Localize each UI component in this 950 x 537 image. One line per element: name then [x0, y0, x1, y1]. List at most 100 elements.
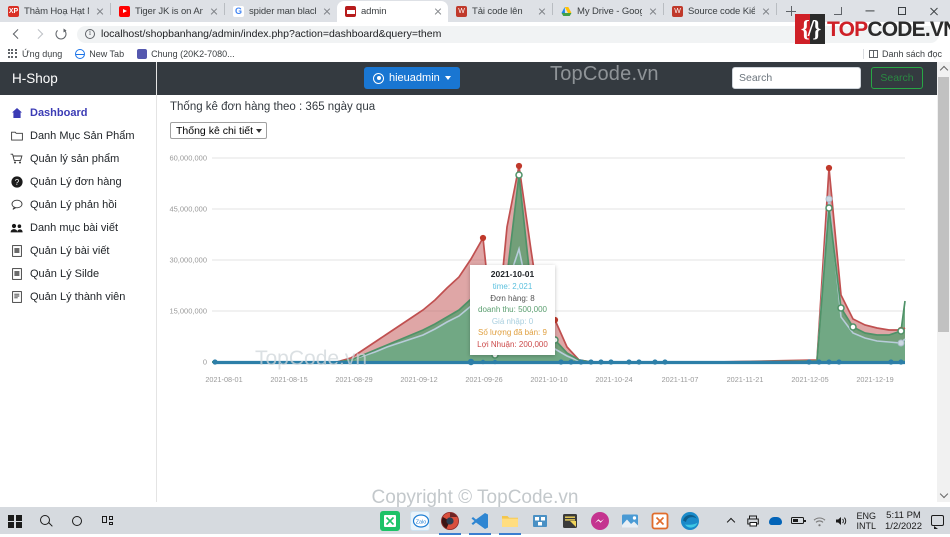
cortana-icon	[72, 515, 82, 526]
users-icon	[10, 221, 23, 234]
sidebar-item-label: Quản Lý thành viên	[30, 290, 126, 303]
sidebar-item-label: Dashboard	[30, 106, 88, 119]
reload-button[interactable]	[50, 23, 72, 45]
svg-text:2021-08-01: 2021-08-01	[205, 375, 242, 384]
browser-tab[interactable]: G spider man black hình	[225, 1, 337, 22]
svg-text:2021-10-10: 2021-10-10	[530, 375, 567, 384]
top-navbar: hieuadmin TopCode.vn Search Search	[157, 62, 950, 95]
user-dropdown-button[interactable]: hieuadmin	[364, 67, 460, 89]
search-input[interactable]: Search	[732, 67, 861, 89]
bookmark-divider	[863, 49, 864, 59]
file-icon	[10, 267, 23, 280]
globe-icon	[75, 49, 86, 59]
tooltip-value: 2,021	[512, 282, 533, 291]
file-icon	[10, 290, 23, 303]
close-icon[interactable]	[760, 6, 772, 18]
search-button[interactable]: Search	[871, 67, 923, 89]
main-content: Thống kê đơn hàng theo : 365 ngày qua Th…	[157, 95, 937, 502]
tooltip-row-time: time: 2,021	[492, 282, 533, 291]
revenue-chart[interactable]: 60,000,000 45,000,000 30,000,000 15,000,…	[157, 147, 937, 407]
chevron-down-icon	[256, 128, 263, 133]
scroll-down-button[interactable]	[937, 488, 950, 502]
scroll-up-button[interactable]	[937, 62, 950, 76]
svg-text:?: ?	[14, 178, 19, 187]
chart-x-axis-labels: 2021-08-01 2021-08-15 2021-08-29 2021-09…	[205, 375, 893, 384]
tab-title: Source code Kiểm tra	[688, 6, 755, 17]
tooltip-row-cost: Giá nhập: 0	[491, 316, 534, 326]
forward-button[interactable]	[28, 23, 50, 45]
sidebar-item-dashboard[interactable]: Dashboard	[0, 101, 156, 124]
tooltip-row-orders: Đơn hàng: 8	[490, 293, 535, 303]
page-content: H-Shop Dashboard Danh Mục Sản Phẩm Quản …	[0, 62, 950, 502]
svg-text:2021-11-07: 2021-11-07	[662, 375, 699, 384]
close-icon[interactable]	[536, 6, 548, 18]
tooltip-row-profit: Lợi Nhuận: 200,000	[477, 339, 548, 349]
bookmark-teams[interactable]: Chung (20K2-7080...	[137, 49, 235, 59]
statistics-select-value: Thống kê chi tiết	[176, 124, 254, 137]
tooltip-label: Số lượng đã bán	[478, 328, 539, 337]
svg-text:2021-09-26: 2021-09-26	[465, 375, 502, 384]
page-scrollbar[interactable]	[937, 62, 950, 502]
close-icon[interactable]	[432, 6, 444, 18]
word-icon	[672, 6, 683, 17]
tooltip-label: Lợi Nhuận	[477, 339, 515, 349]
close-icon[interactable]	[647, 6, 659, 18]
sidebar-item-post-category[interactable]: Danh mục bài viết	[0, 216, 156, 239]
close-icon[interactable]	[321, 6, 333, 18]
svg-text:2021-10-24: 2021-10-24	[595, 375, 632, 384]
arrow-left-icon	[12, 29, 23, 39]
question-circle-icon: ?	[10, 175, 23, 188]
google-drive-icon	[561, 6, 572, 17]
notification-center-button[interactable]	[931, 515, 944, 529]
clock-date: 1/2/2022	[885, 520, 922, 532]
browser-tab[interactable]: XP Thảm Hoạ Hạt Nhân	[0, 1, 110, 22]
sidebar: H-Shop Dashboard Danh Mục Sản Phẩm Quản …	[0, 62, 157, 502]
bookmark-new-tab[interactable]: New Tab	[75, 49, 124, 59]
tooltip-label: time	[492, 282, 508, 291]
sidebar-item-label: Danh mục bài viết	[30, 221, 119, 234]
tab-title: Tiger JK is on Another	[135, 6, 203, 17]
tooltip-value: 0	[528, 316, 534, 326]
browser-tab[interactable]: Source code Kiểm tra	[664, 1, 776, 22]
browser-tab[interactable]: Tải code lên	[448, 1, 552, 22]
browser-tab-active[interactable]: admin	[337, 1, 448, 22]
sidebar-item-order-management[interactable]: ? Quản Lý đơn hàng	[0, 170, 156, 193]
sidebar-item-label: Quản Lý đơn hàng	[30, 175, 122, 188]
tooltip-value: 500,000	[518, 305, 547, 314]
browser-tab[interactable]: My Drive - Google Dr	[553, 1, 663, 22]
reading-list-button[interactable]: Danh sách đọc	[868, 46, 942, 62]
svg-text:2021-08-29: 2021-08-29	[335, 375, 372, 384]
info-icon[interactable]	[85, 28, 95, 39]
sidebar-item-member-management[interactable]: Quản Lý thành viên	[0, 285, 156, 308]
browser-tab[interactable]: Tiger JK is on Another	[111, 1, 224, 22]
back-button[interactable]	[6, 23, 28, 45]
sidebar-item-product-category[interactable]: Danh Mục Sản Phẩm	[0, 124, 156, 147]
bookmark-label: Ứng dụng	[22, 49, 63, 59]
close-icon[interactable]	[208, 6, 220, 18]
topcode-logo-watermark: {/} TOPCODE.VN	[795, 14, 950, 44]
tab-title: spider man black hình	[249, 6, 316, 17]
svg-text:15,000,000: 15,000,000	[169, 307, 207, 316]
tooltip-label: doanh thu	[478, 305, 514, 314]
youtube-icon	[119, 6, 130, 17]
sidebar-item-slide-management[interactable]: Quản Lý Silde	[0, 262, 156, 285]
bookmark-apps[interactable]: Ứng dụng	[8, 49, 62, 59]
comment-icon	[10, 198, 23, 211]
close-icon[interactable]	[94, 6, 106, 18]
navbar-watermark: TopCode.vn	[550, 63, 659, 85]
sidebar-item-label: Quản Lý Silde	[30, 267, 100, 280]
page-title: Thống kê đơn hàng theo : 365 ngày qua	[170, 101, 376, 113]
sidebar-item-post-management[interactable]: Quản Lý bài viết	[0, 239, 156, 262]
file-icon	[10, 244, 23, 257]
tab-divider	[776, 3, 777, 15]
cart-icon	[10, 152, 23, 165]
svg-text:30,000,000: 30,000,000	[169, 256, 207, 265]
scrollbar-thumb[interactable]	[938, 77, 949, 332]
svg-text:45,000,000: 45,000,000	[169, 205, 207, 214]
bookmark-label: New Tab	[89, 49, 125, 59]
sidebar-item-product-management[interactable]: Quản lý sản phẩm	[0, 147, 156, 170]
sidebar-item-label: Quản Lý bài viết	[30, 244, 110, 257]
sidebar-item-feedback-management[interactable]: Quản Lý phản hồi	[0, 193, 156, 216]
statistics-select[interactable]: Thống kê chi tiết	[170, 122, 268, 139]
user-avatar-icon	[373, 72, 384, 84]
